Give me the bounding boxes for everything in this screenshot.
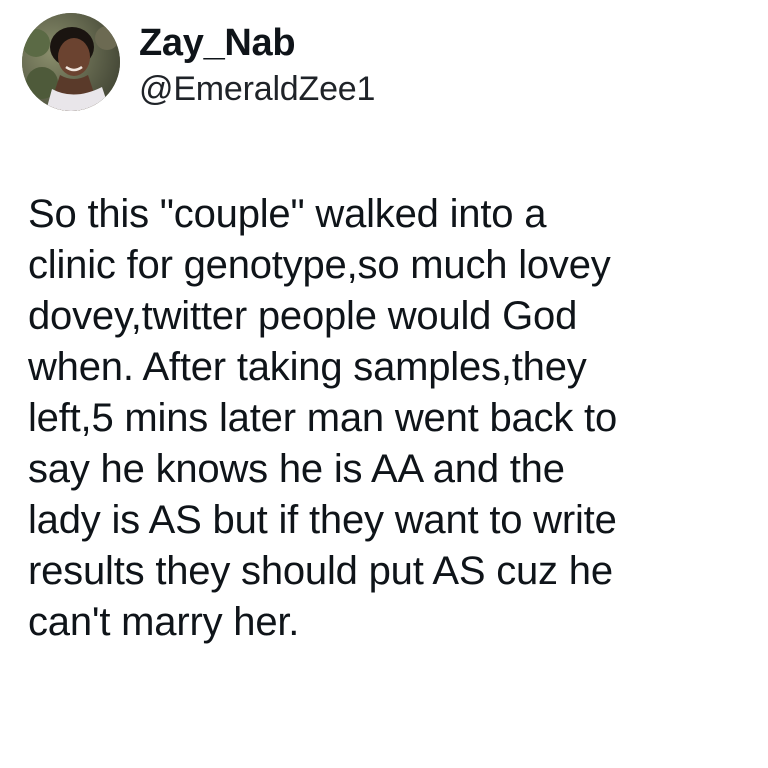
display-name[interactable]: Zay_Nab: [139, 21, 375, 65]
user-names: Zay_Nab @EmeraldZee1: [139, 13, 375, 111]
tweet-text-line: clinic for genotype,so much lovey: [28, 243, 611, 287]
tweet-text-line: lady is AS but if they want to write: [28, 498, 617, 542]
tweet-text-line: So this "couple" walked into a: [28, 192, 547, 236]
tweet-text-line: say he knows he is AA and the: [28, 447, 565, 491]
tweet-text-line: left,5 mins later man went back to: [28, 396, 618, 440]
tweet-card: Zay_Nab @EmeraldZee1 So this "couple" wa…: [0, 0, 768, 768]
tweet-text-line: results they should put AS cuz he: [28, 549, 613, 593]
profile-photo-icon: [22, 13, 120, 111]
tweet-text-line: can't marry her.: [28, 600, 300, 644]
tweet-header: Zay_Nab @EmeraldZee1: [22, 13, 375, 113]
tweet-text-line: when. After taking samples,they: [28, 345, 587, 389]
avatar[interactable]: [22, 13, 120, 111]
tweet-text: So this "couple" walked into a clinic fo…: [28, 189, 758, 648]
user-handle[interactable]: @EmeraldZee1: [139, 67, 375, 111]
tweet-text-line: dovey,twitter people would God: [28, 294, 578, 338]
